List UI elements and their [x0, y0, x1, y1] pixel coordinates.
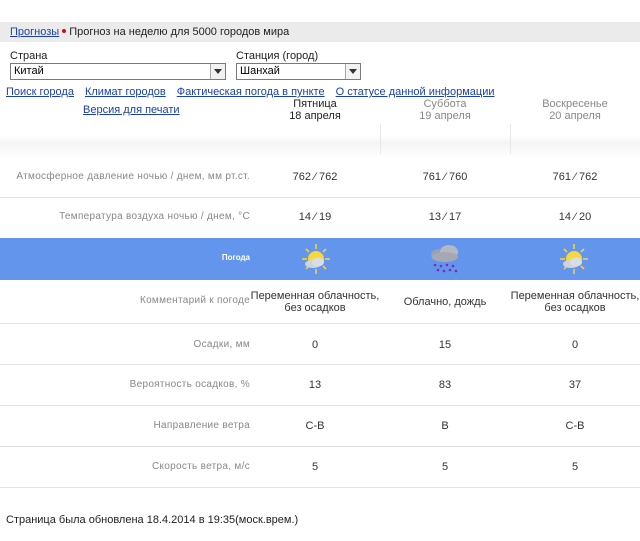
probability-value: 83 — [438, 379, 452, 391]
probability-row: Вероятность осадков, % 13 83 37 — [0, 365, 640, 406]
wind-direction-value: С-В — [305, 420, 325, 432]
country-label: Страна — [10, 50, 48, 62]
day-header-1: Пятница 18 апреля — [250, 98, 380, 122]
row-label: Погода — [221, 253, 250, 262]
comment-line: Облачно, дождь — [403, 296, 487, 308]
comment-line: Переменная облачность, — [510, 290, 640, 302]
forecasts-link[interactable]: Прогнозы — [10, 26, 59, 38]
sun-cloud-icon — [302, 244, 330, 274]
page-title: Прогноз на неделю для 5000 городов мира — [69, 26, 290, 38]
actual-weather-link[interactable]: Фактическая погода в пункте — [177, 86, 325, 98]
pressure-value: 761 ⁄ 760 — [422, 171, 468, 183]
header-shadow — [0, 124, 640, 158]
info-status-link[interactable]: О статусе данной информации — [336, 86, 495, 98]
station-value: Шанхай — [240, 65, 280, 77]
comment-line: без осадков — [544, 302, 606, 314]
precipitation-row: Осадки, мм 0 15 0 — [0, 324, 640, 365]
row-label: Скорость ветра, м/с — [151, 461, 250, 472]
chevron-down-icon[interactable] — [210, 64, 225, 79]
temperature-value: 13 ⁄ 17 — [428, 211, 462, 223]
precipitation-value: 15 — [438, 339, 452, 351]
bullet-icon — [62, 29, 67, 34]
wind-direction-value: С-В — [565, 420, 585, 432]
updated-footer: Страница была обновлена 18.4.2014 в 19:3… — [6, 514, 299, 526]
temperature-value: 14 ⁄ 20 — [558, 211, 592, 223]
day-name: Воскресенье — [542, 98, 608, 110]
wind-speed-value: 5 — [571, 461, 579, 473]
divider — [510, 124, 511, 154]
comment-value: Переменная облачность, без осадков — [510, 290, 640, 314]
precipitation-value: 0 — [311, 339, 319, 351]
pressure-row: Атмосферное давление ночью / днем, мм рт… — [0, 158, 640, 198]
chevron-down-icon[interactable] — [345, 64, 360, 79]
breadcrumb: Прогнозы Прогноз на неделю для 5000 город… — [10, 26, 289, 38]
wind-speed-row: Скорость ветра, м/с 5 5 5 — [0, 447, 640, 488]
row-label: Вероятность осадков, % — [129, 379, 250, 390]
row-label: Осадки, мм — [193, 339, 250, 350]
country-value: Китай — [14, 65, 44, 77]
comment-line: Переменная облачность, — [250, 290, 380, 302]
probability-value: 37 — [568, 379, 582, 391]
station-select[interactable]: Шанхай — [236, 63, 361, 80]
station-label: Станция (город) — [236, 50, 319, 62]
weather-row: Погода — [0, 238, 640, 280]
wind-speed-value: 5 — [311, 461, 319, 473]
day-name: Пятница — [293, 98, 337, 110]
pressure-value: 762 ⁄ 762 — [292, 171, 338, 183]
precipitation-value: 0 — [571, 339, 579, 351]
temperature-row: Температура воздуха ночью / днем, °С 14 … — [0, 198, 640, 238]
day-date: 19 апреля — [419, 110, 471, 122]
row-label: Направление ветра — [153, 420, 250, 431]
day-date: 18 апреля — [289, 110, 341, 122]
day-header-2: Суббота 19 апреля — [380, 98, 510, 122]
city-climate-link[interactable]: Климат городов — [85, 86, 166, 98]
probability-value: 13 — [308, 379, 322, 391]
rain-cloud-icon — [431, 245, 458, 273]
row-label: Температура воздуха ночью / днем, °С — [59, 211, 250, 222]
comment-row: Комментарий к погоде Переменная облачнос… — [0, 280, 640, 324]
comment-line: без осадков — [284, 302, 346, 314]
day-name: Суббота — [423, 98, 467, 110]
row-label: Атмосферное давление ночью / днем, мм рт… — [16, 171, 250, 182]
comment-value: Переменная облачность, без осадков — [250, 290, 380, 314]
wind-speed-value: 5 — [441, 461, 449, 473]
divider — [380, 124, 381, 154]
day-date: 20 апреля — [549, 110, 601, 122]
comment-value: Облачно, дождь — [380, 296, 510, 308]
nav-links: Поиск города Климат городов Фактическая по… — [6, 86, 495, 98]
row-label: Комментарий к погоде — [139, 295, 250, 306]
sun-cloud-icon — [560, 244, 588, 274]
day-header-3: Воскресенье 20 апреля — [510, 98, 640, 122]
country-select[interactable]: Китай — [10, 63, 226, 80]
wind-direction-row: Направление ветра С-В В С-В — [0, 406, 640, 447]
city-search-link[interactable]: Поиск города — [6, 86, 74, 98]
temperature-value: 14 ⁄ 19 — [298, 211, 332, 223]
wind-direction-value: В — [441, 420, 449, 432]
print-version-link[interactable]: Версия для печати — [83, 104, 180, 116]
pressure-value: 761 ⁄ 762 — [552, 171, 598, 183]
